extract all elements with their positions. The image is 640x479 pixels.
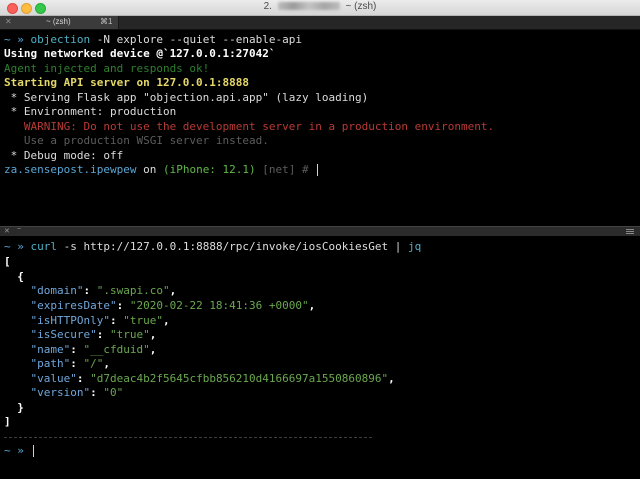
output-debug-mode: * Debug mode: off xyxy=(4,149,124,162)
json-key: "isSecure" xyxy=(30,328,97,341)
json-key: "path" xyxy=(30,357,71,370)
command-line: ~ » objection -N explore --quiet --enabl… xyxy=(4,33,302,47)
prompt-net: [net] # xyxy=(255,163,316,176)
json-value: "__cfduid" xyxy=(83,343,150,356)
shell-prompt: ~ » xyxy=(4,240,24,253)
top-split-pane[interactable]: ~ » objection -N explore --quiet --enabl… xyxy=(0,30,640,226)
command-args: -N explore --quiet --enable-api xyxy=(90,33,303,46)
jq-command: jq xyxy=(408,240,422,253)
json-field: "value": "d7deac4b2f5645cfbb856210d41666… xyxy=(30,372,395,385)
tab-zsh[interactable]: ✕ ~ (zsh) ⌘1 xyxy=(0,16,119,29)
window-title-prefix: 2. xyxy=(263,1,272,12)
json-key: "expiresDate" xyxy=(30,299,117,312)
device-info: (iPhone: 12.1) xyxy=(162,163,256,176)
output-wsgi-hint: Use a production WSGI server instead. xyxy=(4,134,269,147)
prompt-separator xyxy=(4,437,372,438)
json-value: "true" xyxy=(109,328,150,341)
json-field: "isSecure": "true", xyxy=(30,328,157,341)
output-flask-app: * Serving Flask app "objection.api.app" … xyxy=(4,91,369,104)
json-field: "expiresDate": "2020-02-22 18:41:36 +000… xyxy=(30,299,316,312)
output-networked-device: Using networked device @`127.0.0.1:27042… xyxy=(4,47,276,60)
json-key: "version" xyxy=(30,386,91,399)
curl-command-line: ~ » curl -s http://127.0.0.1:8888/rpc/in… xyxy=(4,240,421,254)
pane-title: ~ xyxy=(17,226,22,233)
json-field: "isHTTPOnly": "true", xyxy=(30,314,170,327)
output-warning: WARNING: Do not use the development serv… xyxy=(4,120,495,133)
objection-prompt[interactable]: za.sensepost.ipewpew on (iPhone: 12.1) [… xyxy=(4,163,319,177)
json-value: "true" xyxy=(123,314,163,327)
json-value: "d7deac4b2f5645cfbb856210d4166697a155086… xyxy=(90,372,389,385)
shell-prompt: ~ » xyxy=(4,33,24,46)
redacted-hostname xyxy=(277,2,340,11)
json-key: "domain" xyxy=(30,284,84,297)
json-key: "value" xyxy=(30,372,77,385)
command-name: curl xyxy=(30,240,58,253)
bottom-split-pane[interactable]: ~ » curl -s http://127.0.0.1:8888/rpc/in… xyxy=(0,236,640,479)
tab-label: ~ (zsh) xyxy=(46,17,71,26)
json-array-open: [ xyxy=(4,255,11,268)
terminal-window: 2. ~ (zsh) ✕ ~ (zsh) ⌘1 ~ » objection -N… xyxy=(0,0,640,479)
hamburger-menu-icon[interactable] xyxy=(626,229,634,235)
command-args: -s http://127.0.0.1:8888/rpc/invoke/iosC… xyxy=(57,240,408,253)
shell-prompt: ~ » xyxy=(4,444,24,457)
text-cursor xyxy=(317,164,319,176)
output-api-server: Starting API server on 127.0.0.1:8888 xyxy=(4,76,250,89)
json-object-open: { xyxy=(4,270,24,283)
json-value: "0" xyxy=(103,386,124,399)
json-value: ".swapi.co" xyxy=(96,284,170,297)
json-value: "/" xyxy=(83,357,104,370)
tab-bar: ✕ ~ (zsh) ⌘1 xyxy=(0,16,640,30)
json-array-close: ] xyxy=(4,415,11,428)
command-name: objection xyxy=(30,33,91,46)
json-field: "version": "0" xyxy=(30,386,124,399)
tab-shortcut: ⌘1 xyxy=(100,17,113,26)
active-prompt-line[interactable]: ~ » xyxy=(4,444,34,458)
json-object-close: } xyxy=(4,401,24,414)
json-value: "2020-02-22 18:41:36 +0000" xyxy=(129,299,309,312)
window-title: 2. ~ (zsh) xyxy=(0,1,640,12)
json-field: "domain": ".swapi.co", xyxy=(30,284,177,297)
title-bar: 2. ~ (zsh) xyxy=(0,0,640,16)
close-pane-icon[interactable]: ✕ xyxy=(4,227,10,235)
app-identifier: za.sensepost.ipewpew xyxy=(4,163,137,176)
json-field: "path": "/", xyxy=(30,357,111,370)
text-cursor xyxy=(32,445,34,457)
window-title-suffix: ~ (zsh) xyxy=(345,1,377,12)
json-key: "isHTTPOnly" xyxy=(30,314,110,327)
json-field: "name": "__cfduid", xyxy=(30,343,157,356)
json-key: "name" xyxy=(30,343,71,356)
close-tab-icon[interactable]: ✕ xyxy=(5,17,12,26)
prompt-on: on xyxy=(136,163,163,176)
output-environment: * Environment: production xyxy=(4,105,177,118)
output-agent-injected: Agent injected and responds ok! xyxy=(4,62,210,75)
